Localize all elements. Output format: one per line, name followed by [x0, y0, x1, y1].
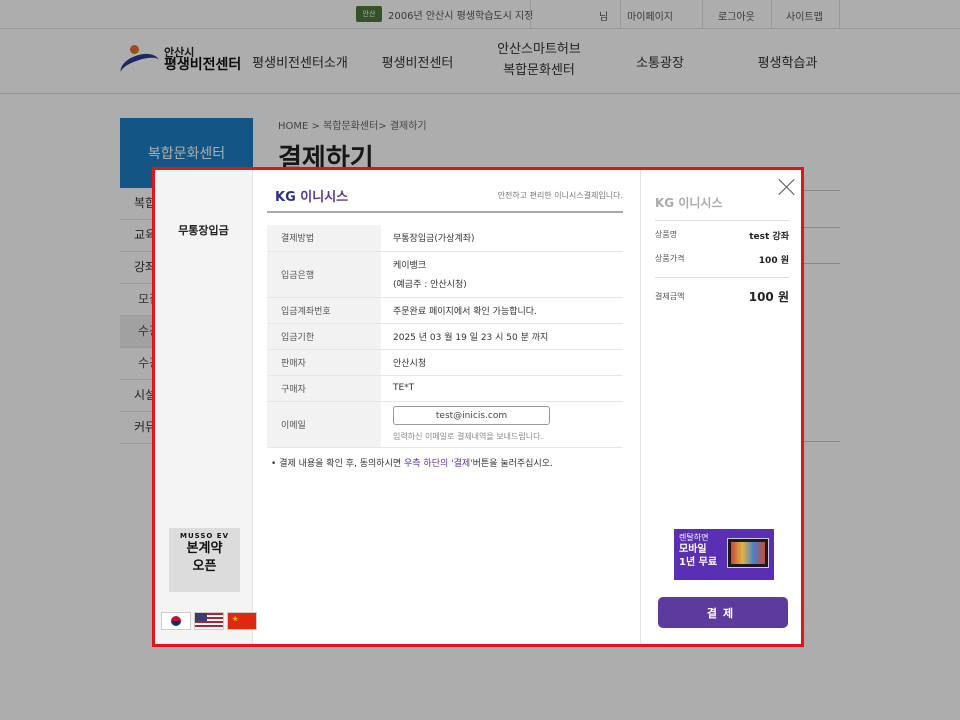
bullet: • — [271, 459, 277, 469]
product-label: 상품명 — [655, 230, 678, 239]
price-label: 상품가격 — [655, 254, 685, 263]
notice-highlight: 우측 하단의 '결제' — [404, 459, 473, 469]
payment-modal: 무통장입금 MUSSO EV 본계약 오픈 ★ KG 이니시스 안전하고 편리한… — [152, 167, 804, 647]
divider — [655, 220, 789, 221]
price-value: 100 원 — [758, 256, 789, 266]
korea-flag-icon[interactable] — [161, 612, 191, 630]
product-row: 상품명 test 강좌 — [655, 229, 789, 242]
divider — [655, 277, 789, 278]
row-value: 무통장입금(가상계좌) — [381, 225, 623, 252]
price-row: 상품가격 100 원 — [655, 253, 789, 266]
row-value: 주문완료 페이지에서 확인 가능합니다. — [381, 297, 623, 324]
payment-method-panel: 무통장입금 MUSSO EV 본계약 오픈 ★ — [155, 170, 257, 644]
rental-ad-banner[interactable]: 렌탈하면 모바일 1년 무료 — [674, 529, 774, 580]
row-label: 입금계좌번호 — [267, 297, 381, 324]
product-value: test 강좌 — [749, 232, 789, 242]
musso-ad-banner[interactable]: MUSSO EV 본계약 오픈 — [169, 528, 240, 592]
close-icon[interactable] — [778, 178, 796, 196]
row-label: 입금기한 — [267, 323, 381, 350]
row-label: 구매자 — [267, 375, 381, 402]
tv-icon — [727, 538, 769, 568]
ad-text-line2: 오픈 — [192, 558, 217, 574]
table-row: 입금은행 케이뱅크 (예금주 : 안산시청) — [267, 251, 623, 298]
total-row: 결제금액 100 원 — [655, 288, 789, 305]
payment-detail-panel: KG 이니시스 안전하고 편리한 이니시스결제입니다. 결제방법 무통장입금(가… — [253, 170, 639, 644]
ad-text-line1: 본계약 — [186, 541, 223, 556]
confirm-notice: • 결제 내용을 확인 후, 동의하시면 우측 하단의 '결제'버튼을 눌러주십… — [271, 456, 553, 469]
row-value: 케이뱅크 (예금주 : 안산시청) — [381, 251, 623, 298]
order-summary-panel: KG 이니시스 상품명 test 강좌 상품가격 100 원 결제금액 100 … — [640, 170, 802, 644]
table-row: 구매자 TE*T — [267, 375, 623, 402]
total-value: 100 원 — [748, 290, 789, 304]
payment-method-tab[interactable]: 무통장입금 — [155, 222, 252, 238]
payment-info-table: 결제방법 무통장입금(가상계좌) 입금은행 케이뱅크 (예금주 : 안산시청) … — [267, 225, 623, 448]
ad-text-line2: 모바일 — [679, 544, 707, 556]
notice-text: 결제 내용을 확인 후, 동의하시면 — [279, 459, 404, 469]
email-hint: 입력하신 이메일로 결제내역을 보내드립니다. — [393, 432, 544, 441]
total-label: 결제금액 — [655, 292, 685, 301]
table-row: 입금기한 2025 년 03 월 19 일 23 시 50 분 까지 — [267, 323, 623, 350]
notice-text: 버튼을 눌러주십시오. — [472, 459, 553, 469]
divider — [267, 211, 623, 213]
bank-name: 케이뱅크 — [393, 261, 427, 271]
kg-inicis-logo: KG 이니시스 — [275, 190, 349, 205]
language-flags: ★ — [161, 612, 257, 630]
ad-brand: MUSSO EV — [179, 532, 229, 540]
row-value: 입력하신 이메일로 결제내역을 보내드립니다. — [381, 401, 623, 448]
table-row: 이메일 입력하신 이메일로 결제내역을 보내드립니다. — [267, 401, 623, 448]
kg-inicis-logo: KG 이니시스 — [655, 196, 723, 210]
tagline: 안전하고 편리한 이니시스결제입니다. — [497, 191, 623, 200]
page: 안산 2006년 안산시 평생학습도시 지정 님 마이페이지 로그아웃 사이트맵… — [0, 0, 960, 720]
table-row: 판매자 안산시청 — [267, 349, 623, 376]
row-value: 2025 년 03 월 19 일 23 시 50 분 까지 — [381, 323, 623, 350]
account-holder: (예금주 : 안산시청) — [393, 280, 467, 290]
usa-flag-icon[interactable] — [194, 612, 224, 630]
row-label: 입금은행 — [267, 251, 381, 298]
ad-text-line3: 1년 무료 — [679, 557, 718, 569]
pay-button[interactable]: 결제 — [658, 597, 788, 628]
row-label: 결제방법 — [267, 225, 381, 252]
table-row: 입금계좌번호 주문완료 페이지에서 확인 가능합니다. — [267, 297, 623, 324]
row-label: 판매자 — [267, 349, 381, 376]
row-value: TE*T — [381, 375, 623, 402]
email-field[interactable] — [393, 406, 550, 425]
row-value: 안산시청 — [381, 349, 623, 376]
row-label: 이메일 — [267, 401, 381, 448]
ad-text-line1: 렌탈하면 — [679, 533, 709, 542]
table-row: 결제방법 무통장입금(가상계좌) — [267, 225, 623, 252]
